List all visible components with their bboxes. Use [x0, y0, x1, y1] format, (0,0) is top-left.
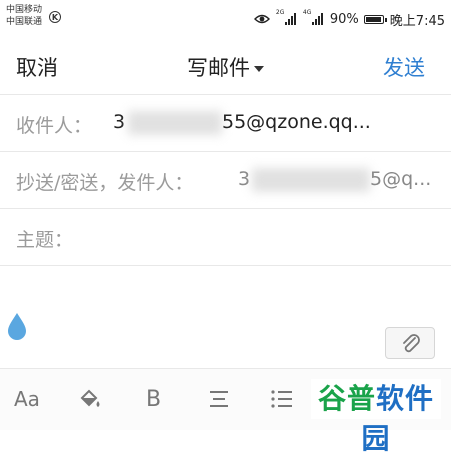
chevron-down-icon — [254, 66, 264, 72]
redaction-blur — [252, 168, 370, 192]
to-value-start: 3 — [113, 111, 126, 133]
align-center-icon[interactable] — [208, 389, 230, 409]
cc-label: 抄送/密送，发件人： — [16, 172, 194, 194]
k-app-icon: K — [49, 11, 61, 23]
list-bullet-icon[interactable] — [270, 389, 294, 409]
compose-title-label: 写邮件 — [187, 56, 250, 80]
format-toolbar: Aa B 谷普软件园 — [0, 368, 451, 455]
to-value-end: 55@qzone.qq... — [222, 111, 371, 133]
compose-header: 取消 写邮件 发送 — [0, 38, 451, 95]
message-body[interactable] — [0, 267, 451, 367]
cc-value-start: 3 — [238, 168, 251, 190]
cc-value-end: 5@q... — [370, 168, 432, 190]
battery-percent: 90% — [329, 11, 359, 27]
bold-button[interactable]: B — [146, 387, 161, 412]
carrier-info: 中国移动 中国联通 — [6, 4, 42, 28]
to-label: 收件人： — [16, 115, 93, 137]
signal-2-icon: 4G — [303, 10, 324, 25]
to-field[interactable]: 收件人： 3 55@qzone.qq... — [0, 95, 451, 152]
send-button[interactable]: 发送 — [383, 52, 425, 82]
signal-1-icon: 2G — [276, 10, 297, 25]
status-right: 2G 4G 90% 晚上7:45 — [253, 10, 445, 29]
status-bar: 中国移动 中国联通 K 2G 4G 90% 晚上7:45 — [0, 0, 451, 38]
carrier-1: 中国移动 — [6, 5, 43, 15]
clock: 晚上7:45 — [389, 13, 445, 29]
redaction-blur — [128, 111, 222, 135]
attachment-button[interactable] — [385, 327, 435, 359]
cc-bcc-from-field[interactable]: 抄送/密送，发件人： 3 5@q... — [0, 152, 451, 209]
paperclip-icon — [403, 334, 420, 353]
subject-field[interactable]: 主题： — [0, 209, 451, 266]
fill-color-icon[interactable] — [78, 387, 102, 411]
font-size-button[interactable]: Aa — [14, 387, 40, 411]
drop-handle-icon[interactable] — [6, 311, 28, 341]
battery-icon — [363, 14, 387, 24]
carrier-2: 中国联通 — [6, 17, 43, 27]
eye-icon — [253, 14, 270, 24]
site-watermark: 谷普软件园 — [311, 379, 441, 455]
watermark-part-1: 谷普 — [317, 382, 376, 415]
subject-label: 主题： — [16, 229, 74, 251]
